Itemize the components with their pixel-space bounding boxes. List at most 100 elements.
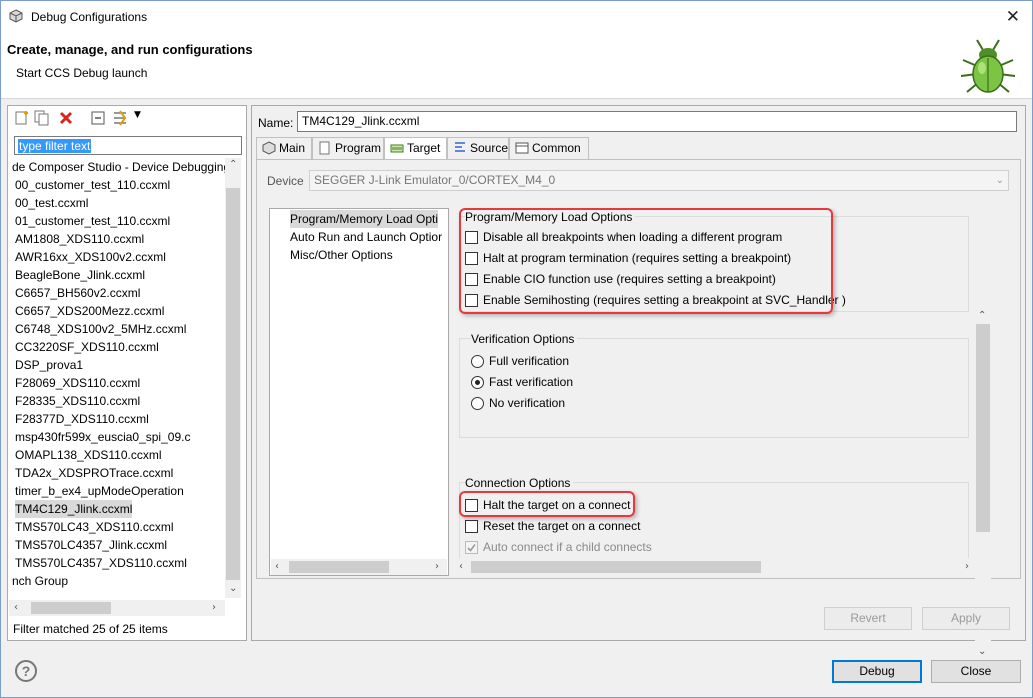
list-item[interactable]: timer_b_ex4_upModeOperation — [15, 482, 184, 500]
tab-program[interactable]: Program — [312, 137, 384, 159]
apply-button[interactable]: Apply — [922, 607, 1010, 630]
device-chevron-down-icon: ⌄ — [995, 175, 1004, 186]
filter-icon[interactable] — [112, 110, 128, 126]
common-tab-icon — [515, 142, 529, 154]
full-verification-label: Full verification — [489, 354, 570, 368]
tree-scroll-left-icon[interactable]: ‹ — [275, 561, 279, 572]
list-hscroll-thumb[interactable] — [31, 602, 111, 614]
list-item[interactable]: DSP_prova1 — [15, 356, 83, 374]
close-window-icon[interactable]: ✕ — [1006, 7, 1020, 27]
reset-on-connect-checkbox[interactable]: Reset the target on a connect — [463, 517, 640, 535]
connection-group-title: Connection Options — [465, 476, 574, 490]
list-item[interactable]: C6657_BH560v2.ccxml — [15, 284, 140, 302]
list-item[interactable]: OMAPL138_XDS110.ccxml — [15, 446, 162, 464]
list-item[interactable]: BeagleBone_Jlink.ccxml — [15, 266, 145, 284]
debug-button[interactable]: Debug — [832, 660, 922, 683]
delete-icon[interactable] — [58, 110, 74, 126]
configuration-list-panel: ▼ type filter text de Composer Studio - … — [7, 105, 247, 641]
list-scroll-thumb[interactable] — [226, 188, 240, 580]
options-category-tree: Program/Memory Load Opti Auto Run and La… — [269, 208, 449, 576]
revert-button[interactable]: Revert — [824, 607, 912, 630]
highlight-halt-on-connect-box — [459, 491, 635, 517]
radio-circle — [471, 376, 484, 389]
options-scroll-down-icon[interactable]: ⌄ — [978, 646, 986, 657]
checkmark-icon — [467, 544, 476, 552]
no-verification-radio[interactable]: No verification — [469, 394, 565, 412]
list-item[interactable]: 01_customer_test_110.ccxml — [15, 212, 170, 230]
tab-common-label: Common — [532, 141, 581, 155]
name-field[interactable]: TM4C129_Jlink.ccxml — [297, 111, 1017, 132]
list-item[interactable]: 00_test.ccxml — [15, 194, 88, 212]
scroll-up-icon[interactable]: ⌃ — [229, 159, 237, 170]
list-item[interactable]: TMS570LC4357_XDS110.ccxml — [15, 554, 187, 572]
tree-item-program-load[interactable]: Program/Memory Load Opti — [290, 210, 439, 228]
tree-horizontal-scrollbar[interactable]: ‹ › — [271, 559, 447, 575]
list-vertical-scrollbar[interactable]: ⌃ ⌄ — [225, 158, 241, 598]
tree-hscroll-thumb[interactable] — [289, 561, 389, 573]
full-verification-radio[interactable]: Full verification — [469, 352, 569, 370]
list-item[interactable]: TMS570LC4357_Jlink.ccxml — [15, 536, 167, 554]
list-item[interactable]: TMS570LC43_XDS110.ccxml — [15, 518, 174, 536]
list-item[interactable]: TM4C129_Jlink.ccxml — [15, 500, 133, 518]
list-item[interactable]: msp430fr599x_euscia0_spi_09.c — [15, 428, 190, 446]
configuration-editor: Name: TM4C129_Jlink.ccxml Main Program T… — [251, 105, 1026, 658]
fast-verification-radio[interactable]: Fast verification — [469, 373, 573, 391]
list-item[interactable]: F28069_XDS110.ccxml — [15, 374, 140, 392]
list-item[interactable]: C6748_XDS100v2_5MHz.ccxml — [15, 320, 186, 338]
radio-circle — [471, 397, 484, 410]
filter-input[interactable]: type filter text — [14, 136, 242, 155]
options-scroll-left-icon[interactable]: ‹ — [459, 561, 463, 572]
options-vertical-scrollbar[interactable]: ⌃ ⌄ — [975, 310, 991, 658]
header-subtitle: Start CCS Debug launch — [16, 66, 148, 80]
options-hscroll-thumb[interactable] — [471, 561, 761, 573]
duplicate-icon[interactable] — [34, 110, 50, 126]
options-horizontal-scrollbar[interactable]: ‹ › — [457, 559, 975, 575]
list-item[interactable]: nch Group — [12, 572, 68, 590]
tab-source-label: Source — [470, 141, 509, 155]
device-label: Device — [267, 174, 304, 188]
checkbox-box — [465, 520, 478, 533]
list-item[interactable]: CC3220SF_XDS110.ccxml — [15, 338, 159, 356]
filter-menu-chevron-down-icon[interactable]: ▼ — [134, 110, 141, 120]
reset-on-connect-label: Reset the target on a connect — [483, 519, 641, 533]
close-button[interactable]: Close — [931, 660, 1021, 683]
list-item[interactable]: F28377D_XDS110.ccxml — [15, 410, 149, 428]
program-tab-icon — [319, 141, 330, 155]
tab-source[interactable]: Source — [447, 137, 509, 159]
tab-common[interactable]: Common — [509, 137, 589, 159]
list-item[interactable]: 00_customer_test_110.ccxml — [15, 176, 170, 194]
tab-main-label: Main — [279, 141, 306, 155]
list-item[interactable]: C6657_XDS200Mezz.ccxml — [15, 302, 164, 320]
tree-scroll-right-icon[interactable]: › — [435, 561, 439, 572]
tree-item-auto-run[interactable]: Auto Run and Launch Optior — [290, 228, 442, 246]
scroll-down-icon[interactable]: ⌄ — [229, 583, 237, 594]
help-icon[interactable]: ? — [15, 660, 37, 682]
new-configuration-icon[interactable] — [14, 110, 30, 126]
tab-main[interactable]: Main — [256, 137, 312, 159]
scroll-left-icon[interactable]: ‹ — [14, 602, 18, 613]
collapse-all-icon[interactable] — [90, 110, 106, 126]
device-value: SEGGER J-Link Emulator_0/CORTEX_M4_0 — [314, 173, 556, 187]
title-bar: Debug Configurations ✕ — [1, 1, 1032, 32]
list-item[interactable]: TDA2x_XDSPROTrace.ccxml — [15, 464, 173, 482]
filter-placeholder-text: type filter text — [18, 139, 92, 153]
list-item[interactable]: F28335_XDS110.ccxml — [15, 392, 140, 410]
auto-connect-label: Auto connect if a child connects — [483, 540, 652, 554]
source-tab-icon — [455, 142, 465, 152]
list-item[interactable]: AM1808_XDS110.ccxml — [15, 230, 144, 248]
tree-item-misc[interactable]: Misc/Other Options — [290, 246, 393, 264]
window-app-icon — [9, 9, 23, 23]
scroll-right-icon[interactable]: › — [212, 602, 216, 613]
list-item[interactable]: AWR16xx_XDS100v2.ccxml — [15, 248, 166, 266]
list-horizontal-scrollbar[interactable]: ‹ › — [9, 600, 225, 616]
filter-status: Filter matched 25 of 25 items — [13, 622, 168, 636]
options-scroll-thumb[interactable] — [976, 324, 990, 532]
highlight-program-load-box — [459, 208, 833, 314]
debug-bug-icon — [960, 39, 1016, 93]
header-title: Create, manage, and run configurations — [7, 42, 253, 57]
options-scroll-right-icon[interactable]: › — [965, 561, 969, 572]
tab-target[interactable]: Target — [384, 137, 447, 159]
device-select[interactable]: SEGGER J-Link Emulator_0/CORTEX_M4_0 ⌄ — [309, 170, 1009, 191]
options-scroll-up-icon[interactable]: ⌃ — [978, 310, 986, 321]
list-item[interactable]: de Composer Studio - Device Debugging — [12, 158, 230, 176]
